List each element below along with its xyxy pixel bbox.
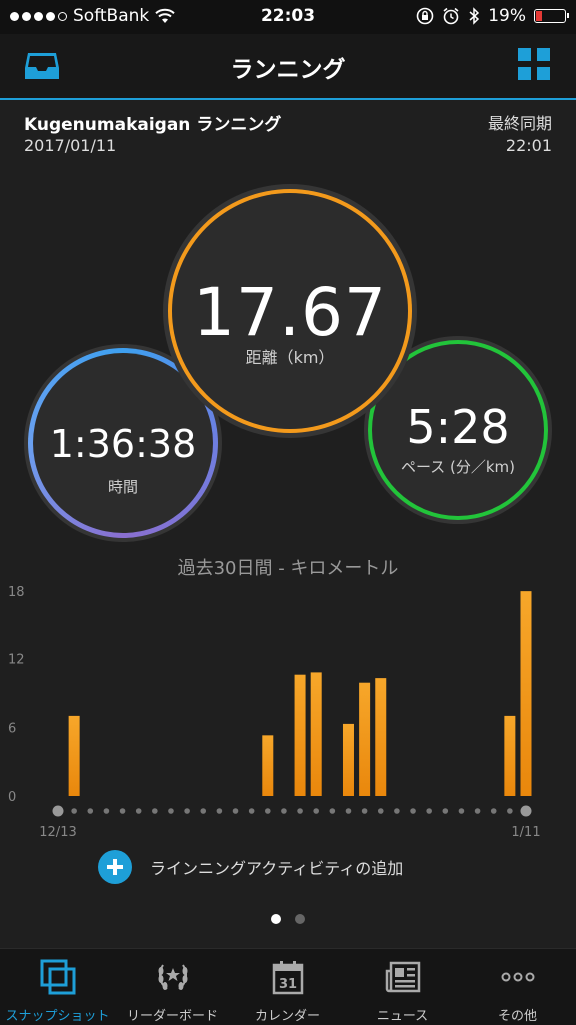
day-dot [232,808,239,814]
news-icon [385,961,421,993]
status-right: 19% [416,6,569,26]
day-dot [490,808,497,814]
tab-leaderboard-label: リーダーボード [126,1009,218,1024]
tab-more[interactable]: その他 [460,949,575,1025]
chart-bar[interactable] [68,715,80,796]
rotation-lock-icon [416,7,434,25]
activity-name: Kugenumakaigan ランニング [24,115,282,135]
day-dot [474,808,481,814]
more-icon [501,972,535,982]
y-tick-label: 18 [8,585,25,600]
add-icon[interactable] [98,850,132,884]
tab-calendar-label: カレンダー [254,1009,320,1024]
page-dot-1[interactable] [271,914,281,924]
day-dot [216,808,223,814]
battery-icon [534,9,569,23]
page-dot-2[interactable] [295,914,305,924]
add-activity-label[interactable]: ラインニングアクティビティの追加 [150,855,403,879]
day-dot [135,808,142,814]
chart-bar[interactable] [359,682,371,796]
day-dot [410,808,416,814]
x-end-label: 1/11 [511,825,540,840]
day-dot [119,808,126,814]
day-dot [200,808,207,814]
day-dot [184,808,190,814]
activity-header: Kugenumakaigan ランニング 2017/01/11 最終同期 22:… [24,110,552,160]
tab-news-label: ニュース [376,1009,429,1024]
day-dot [297,808,303,814]
last-sync-time: 22:01 [505,136,552,155]
chart-bar[interactable] [520,591,532,796]
chart-bar[interactable] [310,672,322,796]
page-title: ランニング [230,57,346,83]
day-dot [345,808,352,814]
day-dot [87,808,94,814]
time-value: 1:36:38 [49,422,197,466]
tab-calendar[interactable]: 31 カレンダー [230,949,345,1025]
day-dot [71,808,77,814]
day-dot [442,808,449,814]
day-dot [329,808,336,814]
distance-label: 距離（km） [245,348,335,367]
day-dot [248,808,255,814]
chart-bar[interactable] [504,715,516,796]
page-indicator [0,914,576,924]
snapshot-icon [40,959,76,995]
day-dot [264,808,271,814]
pace-value: 5:28 [406,400,510,454]
distance-value: 17.67 [193,274,387,351]
svg-text:31: 31 [279,977,297,992]
tab-news[interactable]: ニュース [345,949,460,1025]
chart-bar[interactable] [342,723,354,796]
distance-bar-chart[interactable]: 18 12 6 0 12/13 1/11 [0,576,576,846]
tab-snapshot-label: スナップショット [5,1009,110,1024]
y-tick-label: 12 [8,653,25,668]
y-tick-label: 0 [8,790,16,805]
day-dot [361,808,368,814]
add-activity-row[interactable]: ラインニングアクティビティの追加 [98,850,403,884]
day-dot [168,808,174,814]
tab-more-label: その他 [497,1009,537,1024]
day-dot [377,808,384,814]
day-dot [103,808,110,814]
chart-bar[interactable] [294,674,306,796]
alarm-icon [443,7,459,25]
bluetooth-icon [469,7,480,25]
chart-bar[interactable] [375,678,387,796]
tab-snapshot[interactable]: スナップショット [0,949,115,1025]
chart-bar[interactable] [262,735,274,796]
day-dot [313,808,320,814]
tab-bar: スナップショット リーダーボード 31 カレンダー ニュース その他 [0,948,576,1025]
calendar-icon: 31 [272,961,304,995]
day-dot [52,805,64,817]
day-dot [152,808,158,814]
tab-leaderboard[interactable]: リーダーボード [115,949,230,1025]
day-dot [426,808,432,814]
pace-label: ペース (分／km) [400,458,516,476]
laurel-icon [158,964,188,990]
status-bar: SoftBank 22:03 19% [0,0,576,34]
day-dot [281,808,287,814]
day-dot [394,808,400,814]
day-dot [507,808,513,814]
x-start-label: 12/13 [39,825,76,840]
y-tick-label: 6 [8,721,16,736]
activity-date: 2017/01/11 [24,136,117,155]
day-dot [458,808,465,814]
last-sync-label: 最終同期 [487,114,552,133]
battery-percent: 19% [488,6,526,26]
grid-icon[interactable] [518,48,550,80]
distance-ring[interactable]: 17.67 距離（km） [163,184,417,438]
day-dot [520,805,532,817]
time-label: 時間 [107,478,138,496]
nav-bar: ランニング [0,34,576,100]
